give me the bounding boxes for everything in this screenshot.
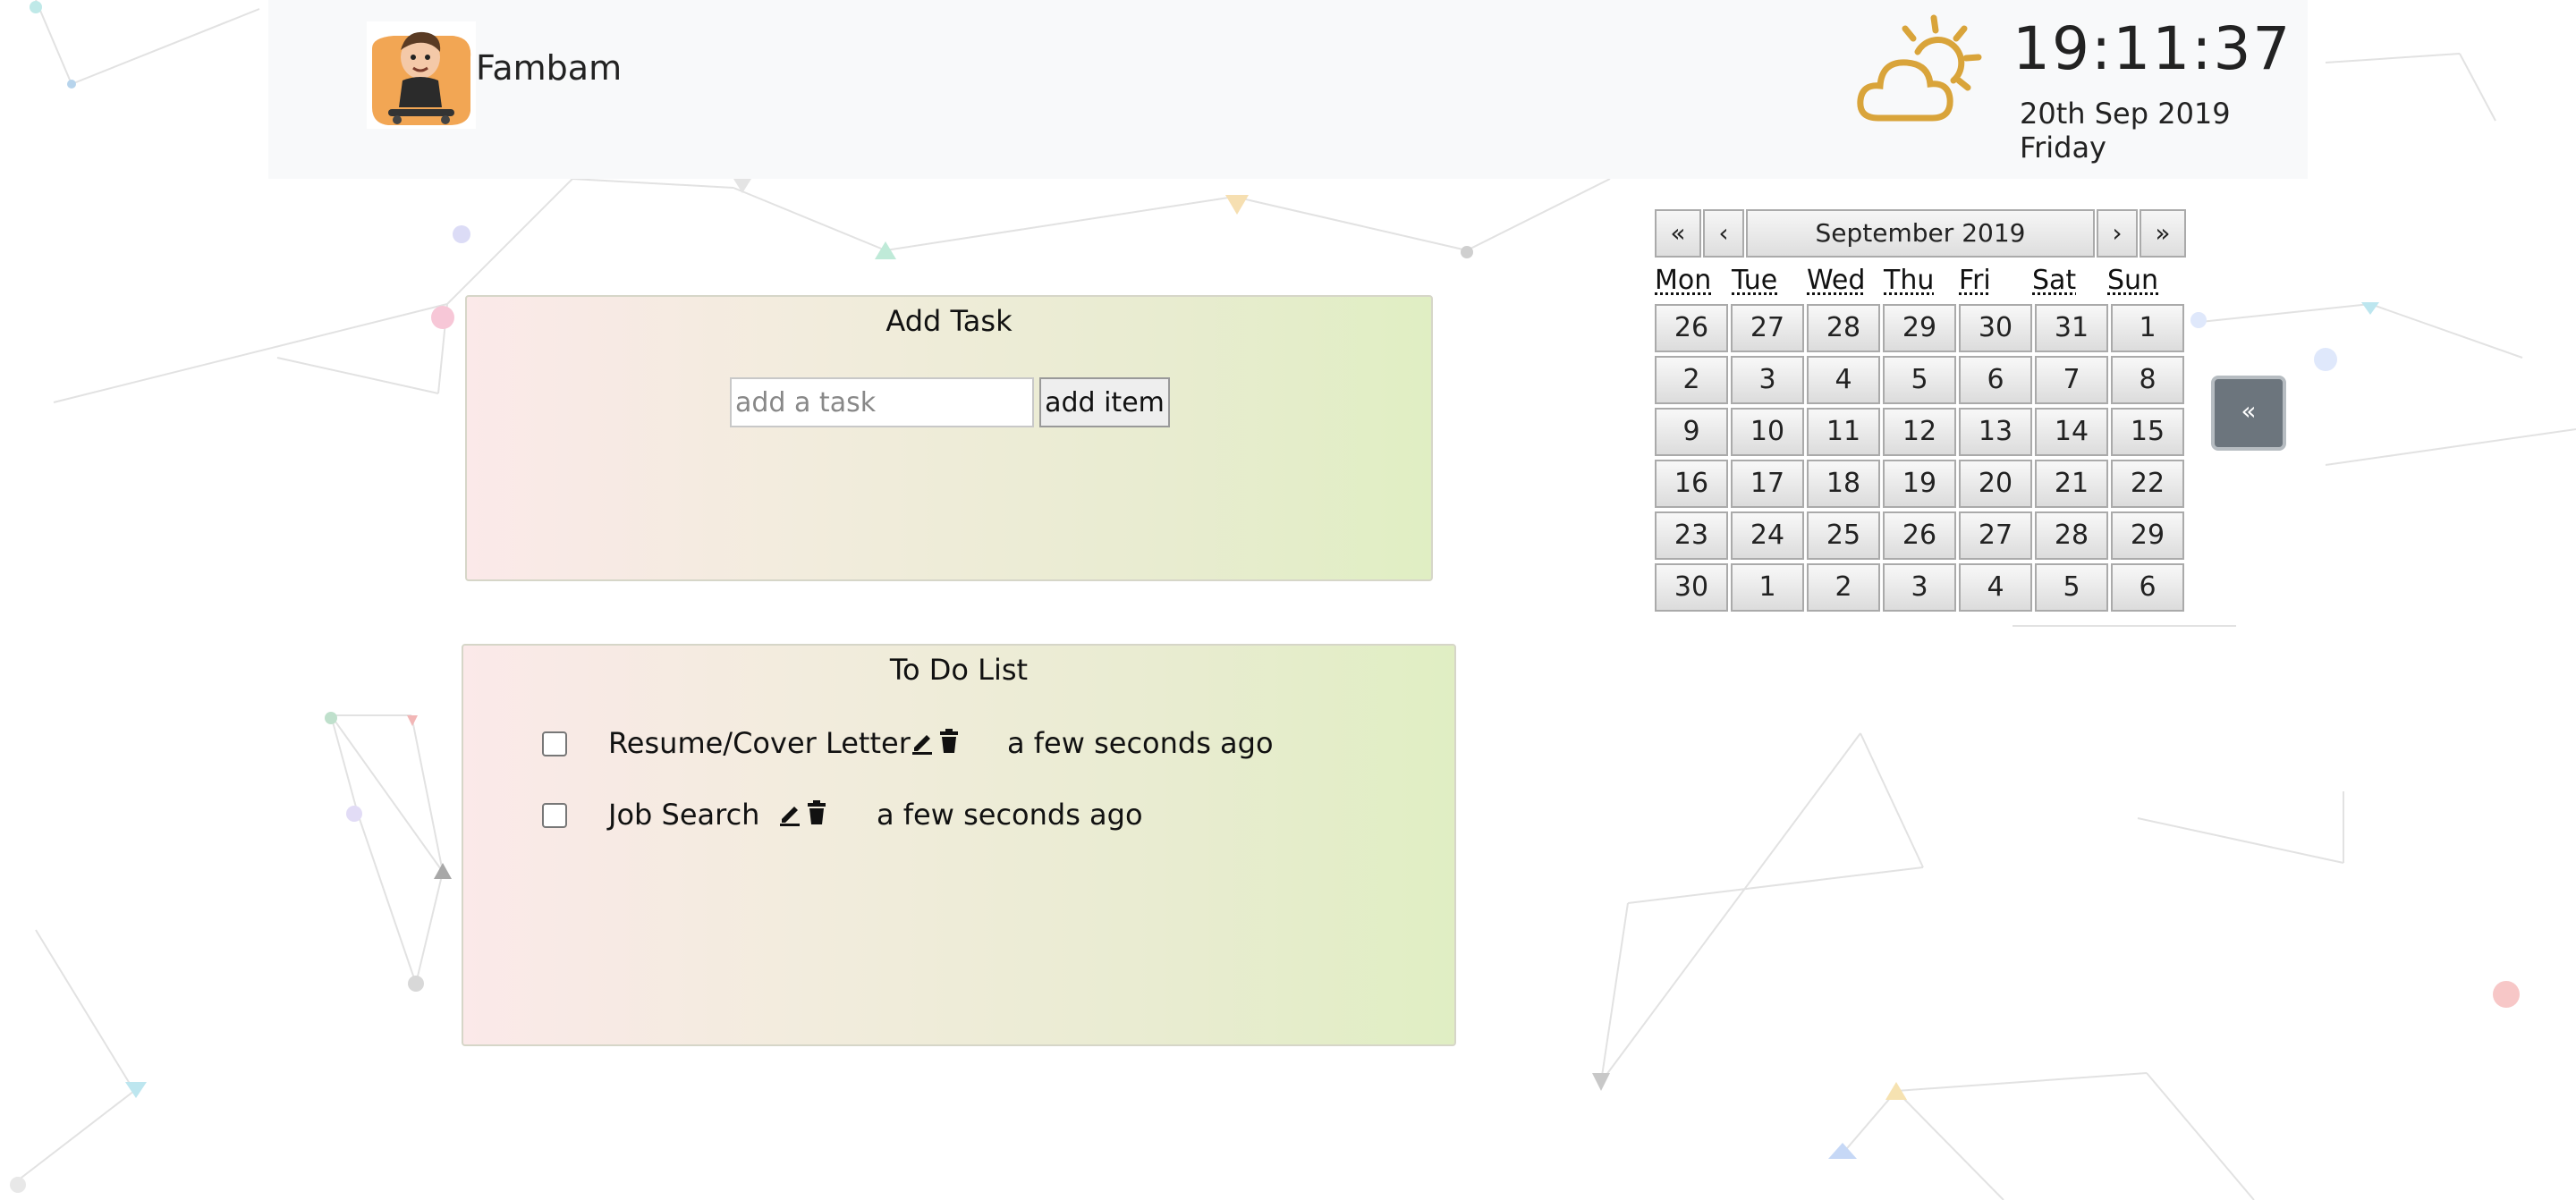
month-label[interactable]: September 2019 xyxy=(1746,209,2095,258)
prev-year-button[interactable]: « xyxy=(1655,209,1701,258)
calendar-day[interactable]: 24 xyxy=(1731,511,1804,560)
avatar xyxy=(367,21,476,129)
calendar-day[interactable]: 30 xyxy=(1655,563,1728,612)
calendar-day[interactable]: 19 xyxy=(1883,460,1956,508)
weekday-label: Thu xyxy=(1884,265,1935,296)
task-text: Job Search xyxy=(608,798,760,832)
calendar-day[interactable]: 1 xyxy=(1731,563,1804,612)
weekday-label: Sat xyxy=(2032,265,2077,296)
calendar-day[interactable]: 2 xyxy=(1655,356,1728,404)
weekday-label: Wed xyxy=(1807,265,1866,296)
calendar-day[interactable]: 1 xyxy=(2111,304,2184,352)
calendar-day[interactable]: 26 xyxy=(1655,304,1728,352)
task-time: a few seconds ago xyxy=(1007,726,1274,760)
weekday-label: Fri xyxy=(1959,265,1991,296)
calendar-day[interactable]: 20 xyxy=(1959,460,2032,508)
task-time: a few seconds ago xyxy=(877,798,1143,832)
calendar-day[interactable]: 13 xyxy=(1959,408,2032,456)
edit-icon[interactable] xyxy=(778,799,801,826)
calendar-day[interactable]: 6 xyxy=(1959,356,2032,404)
calendar-day[interactable]: 11 xyxy=(1807,408,1880,456)
calendar-day[interactable]: 30 xyxy=(1959,304,2032,352)
clock-time: 19:11:37 xyxy=(2012,14,2292,83)
todo-list-panel: To Do List Resume/Cover Letter a few sec… xyxy=(462,644,1456,1046)
calendar-day[interactable]: 29 xyxy=(1883,304,1956,352)
calendar-day[interactable]: 27 xyxy=(1959,511,2032,560)
calendar-day[interactable]: 5 xyxy=(1883,356,1956,404)
edit-icon[interactable] xyxy=(911,728,934,755)
trash-icon[interactable] xyxy=(937,728,961,755)
top-header: Fambam 19:11:37 20th Sep 2019 Friday xyxy=(268,0,2308,179)
calendar-day[interactable]: 5 xyxy=(2035,563,2108,612)
calendar-day[interactable]: 9 xyxy=(1655,408,1728,456)
partly-cloudy-icon xyxy=(1857,14,1982,122)
add-task-title: Add Task xyxy=(886,304,1013,338)
calendar-day[interactable]: 7 xyxy=(2035,356,2108,404)
calendar-day[interactable]: 4 xyxy=(1959,563,2032,612)
calendar-day[interactable]: 17 xyxy=(1731,460,1804,508)
calendar-day[interactable]: 3 xyxy=(1883,563,1956,612)
collapse-sidebar-button[interactable]: « xyxy=(2211,376,2286,451)
weekday-label: Mon xyxy=(1655,265,1712,296)
todo-list-title: To Do List xyxy=(889,653,1029,687)
add-task-panel: Add Task add item xyxy=(465,295,1433,581)
calendar-day[interactable]: 12 xyxy=(1883,408,1956,456)
calendar-day[interactable]: 4 xyxy=(1807,356,1880,404)
calendar-day[interactable]: 28 xyxy=(2035,511,2108,560)
task-text: Resume/Cover Letter xyxy=(608,726,911,760)
calendar-day[interactable]: 28 xyxy=(1807,304,1880,352)
trash-icon[interactable] xyxy=(805,799,828,826)
clock-date: 20th Sep 2019 Friday xyxy=(2020,97,2231,165)
next-month-button[interactable]: › xyxy=(2097,209,2138,258)
weekday-label: Tue xyxy=(1732,265,1778,296)
calendar-day[interactable]: 29 xyxy=(2111,511,2184,560)
task-input[interactable] xyxy=(730,377,1034,427)
calendar-day[interactable]: 3 xyxy=(1731,356,1804,404)
calendar-day[interactable]: 26 xyxy=(1883,511,1956,560)
calendar-day[interactable]: 14 xyxy=(2035,408,2108,456)
calendar-day[interactable]: 10 xyxy=(1731,408,1804,456)
calendar-day[interactable]: 27 xyxy=(1731,304,1804,352)
next-year-button[interactable]: » xyxy=(2140,209,2186,258)
task-checkbox[interactable] xyxy=(542,731,567,756)
task-checkbox[interactable] xyxy=(542,803,567,828)
calendar-day[interactable]: 22 xyxy=(2111,460,2184,508)
calendar-day[interactable]: 18 xyxy=(1807,460,1880,508)
calendar-day[interactable]: 2 xyxy=(1807,563,1880,612)
calendar-day[interactable]: 15 xyxy=(2111,408,2184,456)
calendar-day[interactable]: 16 xyxy=(1655,460,1728,508)
brand-name: Fambam xyxy=(476,48,623,88)
calendar-day[interactable]: 21 xyxy=(2035,460,2108,508)
calendar-day[interactable]: 25 xyxy=(1807,511,1880,560)
calendar-day[interactable]: 23 xyxy=(1655,511,1728,560)
weekday-label: Sun xyxy=(2107,265,2159,296)
calendar-day[interactable]: 6 xyxy=(2111,563,2184,612)
calendar-day[interactable]: 8 xyxy=(2111,356,2184,404)
prev-month-button[interactable]: ‹ xyxy=(1703,209,1744,258)
calendar-day[interactable]: 31 xyxy=(2035,304,2108,352)
add-item-button[interactable]: add item xyxy=(1039,377,1170,427)
